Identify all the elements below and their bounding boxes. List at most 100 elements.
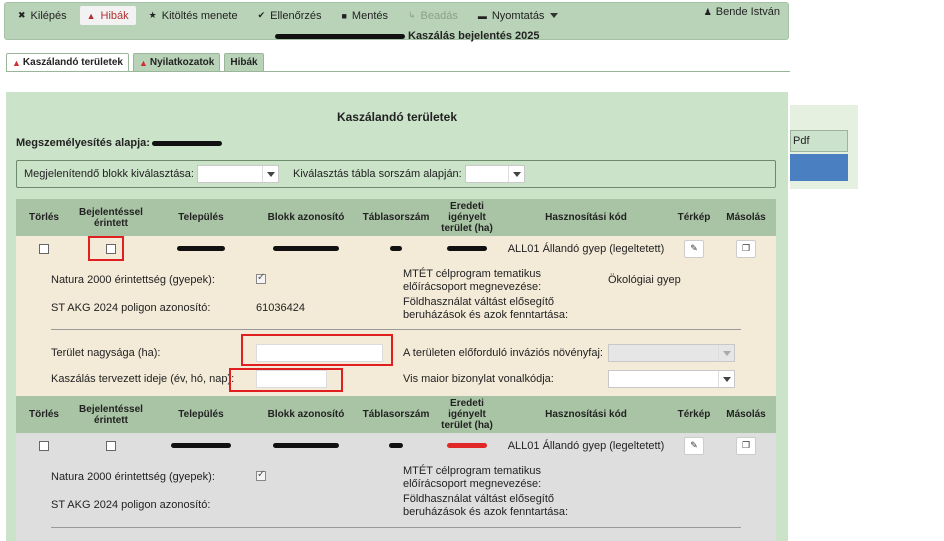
table-header: Törlés Bejelentéssel érintett Település … (16, 199, 776, 236)
vis-maior-select[interactable] (608, 370, 735, 388)
side-panel: Pdf (790, 105, 858, 189)
parcel-block-1: ALL01 Állandó gyep (legeltetett) ✎ ❐ Nat… (16, 236, 776, 396)
exit-button[interactable]: ✖ Kilépés (11, 6, 74, 25)
header-torles: Törlés (28, 212, 59, 223)
foldhasznalat-label: Földhasználat váltást elősegítő beruházá… (403, 493, 569, 518)
mtet-label: MTÉT célprogram tematikus előírácsoport … (403, 268, 542, 293)
chevron-down-icon (718, 371, 734, 387)
star-icon: ★ (148, 10, 157, 20)
table-row: ALL01 Állandó gyep (legeltetett) ✎ ❐ (16, 433, 776, 458)
mtet-value: Ökológiai gyep (608, 274, 681, 286)
table-row: ALL01 Állandó gyep (legeltetett) ✎ ❐ (16, 236, 776, 261)
header-bejelentessel: Bejelentéssel érintett (79, 206, 143, 229)
user-menu[interactable]: ♟ Bende István (704, 6, 780, 18)
main-panel: Kaszálandó területek Megszemélyesítés al… (6, 92, 788, 541)
header-masolas: Másolás (726, 212, 766, 223)
natura-checkbox[interactable] (256, 469, 266, 481)
st-akg-label: ST AKG 2024 poligon azonosító: (51, 302, 211, 314)
errors-button[interactable]: ▲ Hibák (79, 6, 136, 25)
natura-label: Natura 2000 érintettség (gyepek): (51, 471, 215, 483)
natura-checkbox[interactable] (256, 272, 266, 284)
header-hasznositasi: Hasznosítási kód (545, 409, 627, 420)
table-number-select[interactable] (464, 165, 525, 183)
redacted-table-number (390, 246, 402, 251)
usage-code: ALL01 Állandó gyep (legeltetett) (507, 242, 665, 255)
copy-button[interactable]: ❐ (736, 239, 756, 258)
copy-icon: ❐ (741, 440, 751, 450)
header-blokk: Blokk azonosító (267, 409, 345, 420)
page-root: ✖ Kilépés ▲ Hibák ★ Kitöltés menete ✔ Ellenő… (0, 0, 944, 541)
ident-basis: Megszemélyesítés alapja: (16, 137, 222, 149)
toolbar-menu: ✖ Kilépés ▲ Hibák ★ Kitöltés menete ✔ Ellenő… (11, 6, 571, 25)
redacted-block-id (273, 443, 339, 448)
header-eredeti: Eredeti igényelt terület (ha) (441, 201, 493, 234)
divider (51, 329, 741, 330)
redacted-block-id (273, 246, 339, 251)
highlight-area-input (241, 334, 393, 366)
redacted-settlement (177, 246, 225, 251)
delete-checkbox[interactable] (39, 440, 49, 451)
redacted-table-number (389, 443, 403, 448)
natura-label: Natura 2000 érintettség (gyepek): (51, 274, 215, 286)
mtet-label: MTÉT célprogram tematikus előírácsoport … (403, 465, 542, 490)
user-icon: ♟ (703, 6, 712, 17)
redacted-applicant (275, 33, 405, 39)
st-akg-label: ST AKG 2024 poligon azonosító: (51, 499, 211, 511)
warning-icon: ▲ (12, 57, 21, 68)
fill-guide-button[interactable]: ★ Kitöltés menete (142, 6, 245, 25)
chevron-down-icon (550, 13, 559, 18)
chevron-down-icon (718, 345, 734, 361)
area-size-label: Terület nagysága (ha): (51, 347, 161, 359)
header-masolas: Másolás (726, 409, 766, 420)
tab-mowing-areas[interactable]: ▲ Kaszálandó területek (6, 53, 129, 71)
parcel-block-2: ALL01 Állandó gyep (legeltetett) ✎ ❐ Nat… (16, 433, 776, 541)
redacted-area (447, 443, 487, 448)
header-tablasorszam: Táblasorszám (362, 409, 430, 420)
tab-declarations[interactable]: ▲ Nyilatkozatok (132, 53, 221, 71)
st-akg-value: 61036424 (256, 302, 305, 314)
header-telepules: Település (178, 409, 224, 420)
panel-title: Kaszálandó területek (336, 110, 458, 124)
map-edit-button[interactable]: ✎ (684, 239, 704, 258)
redacted-area (447, 246, 487, 251)
check-button[interactable]: ✔ Ellenőrzés (251, 6, 329, 25)
redacted-id (151, 140, 222, 146)
header-telepules: Település (178, 212, 224, 223)
block-select-label: Megjelenítendő blokk kiválasztása: (24, 168, 194, 180)
pdf-button[interactable]: Pdf (790, 130, 848, 152)
chevron-down-icon (261, 166, 278, 182)
mowing-date-label: Kaszálás tervezett ideje (év, hó, nap): (51, 373, 235, 385)
divider (51, 527, 741, 528)
copy-button[interactable]: ❐ (736, 436, 756, 455)
invasive-select[interactable] (608, 344, 735, 362)
invasive-label: A területen előforduló inváziós növényfa… (403, 347, 603, 359)
filter-bar: Megjelenítendő blokk kiválasztása: Kivál… (16, 160, 776, 188)
pencil-icon: ✎ (690, 440, 698, 450)
map-edit-button[interactable]: ✎ (684, 436, 704, 455)
close-icon: ✖ (18, 10, 26, 20)
affected-checkbox[interactable] (106, 440, 116, 451)
print-icon: ▬ (477, 10, 487, 21)
tab-errors[interactable]: Hibák (224, 53, 264, 71)
tab-divider (6, 71, 790, 72)
highlight-affected-checkbox (88, 236, 124, 261)
blue-action-button[interactable] (790, 154, 848, 181)
table-select-label: Kiválasztás tábla sorszám alapján: (292, 168, 462, 180)
block-select[interactable] (196, 165, 279, 183)
highlight-date-input (229, 368, 343, 392)
header-terkep: Térkép (677, 212, 711, 223)
header-eredeti: Eredeti igényelt terület (ha) (441, 398, 493, 431)
pencil-icon: ✎ (690, 243, 698, 253)
header-torles: Törlés (28, 409, 59, 420)
save-button[interactable]: ■ Mentés (334, 6, 395, 25)
foldhasznalat-label: Földhasználat váltást elősegítő beruházá… (403, 296, 569, 321)
print-dropdown[interactable]: ▬ Nyomtatás (471, 6, 566, 25)
delete-checkbox[interactable] (39, 243, 49, 254)
header-bejelentessel: Bejelentéssel érintett (79, 403, 143, 426)
table-header: Törlés Bejelentéssel érintett Település … (16, 396, 776, 433)
submit-button[interactable]: ↳ Beadás (401, 6, 465, 25)
header-terkep: Térkép (677, 409, 711, 420)
form-subtitle: Kaszálás bejelentés 2025 (275, 30, 539, 42)
check-icon: ✔ (257, 10, 266, 20)
submit-icon: ↳ (408, 10, 416, 20)
